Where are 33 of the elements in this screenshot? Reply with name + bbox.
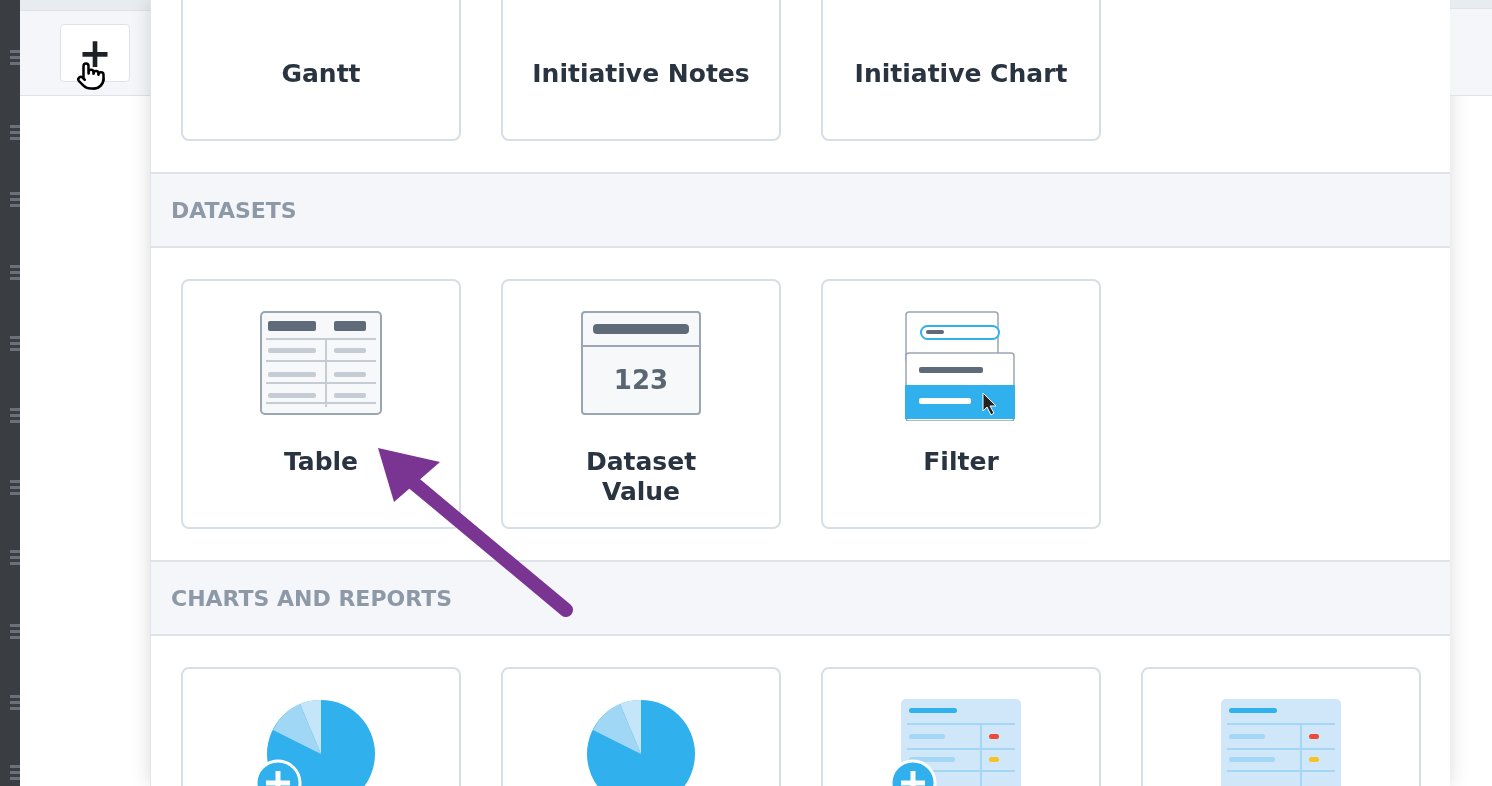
table-icon: [260, 311, 382, 415]
pie-chart-icon: [266, 699, 376, 786]
widget-card[interactable]: Gantt: [181, 0, 461, 141]
grip-icon: [10, 695, 20, 711]
card-label: Initiative Chart: [853, 59, 1069, 89]
card-label: Initiative Notes: [531, 59, 751, 89]
grip-icon: [10, 50, 20, 66]
card-label: Table: [282, 447, 360, 477]
grip-icon: [10, 336, 20, 352]
card-label: Gantt: [280, 59, 362, 89]
section-title: DATASETS: [171, 196, 297, 225]
add-widget-button[interactable]: +: [60, 24, 130, 82]
grip-icon: [10, 765, 20, 781]
grip-icon: [10, 550, 20, 566]
report-table-icon: [901, 699, 1021, 786]
grip-icon: [10, 265, 20, 281]
section-title: CHARTS AND REPORTS: [171, 584, 452, 613]
grip-icon: [10, 192, 20, 208]
grip-icon: [10, 624, 20, 640]
card-label: Filter: [922, 447, 1000, 477]
widget-card[interactable]: 123 Dataset Value: [501, 279, 781, 529]
pie-chart-icon: [586, 699, 696, 786]
grip-icon: [10, 408, 20, 424]
widget-card[interactable]: Initiative Notes: [501, 0, 781, 141]
widget-card[interactable]: Initiative Chart: [821, 0, 1101, 141]
filter-dropdown-icon: [905, 311, 1017, 421]
value-number: 123: [613, 363, 669, 397]
grip-icon: [10, 480, 20, 496]
card-label: Dataset Value: [584, 447, 698, 507]
widget-card[interactable]: Table: [181, 279, 461, 529]
report-table-icon: [1221, 699, 1341, 786]
grip-icon: [10, 125, 20, 141]
widget-card[interactable]: Filter: [821, 279, 1101, 529]
